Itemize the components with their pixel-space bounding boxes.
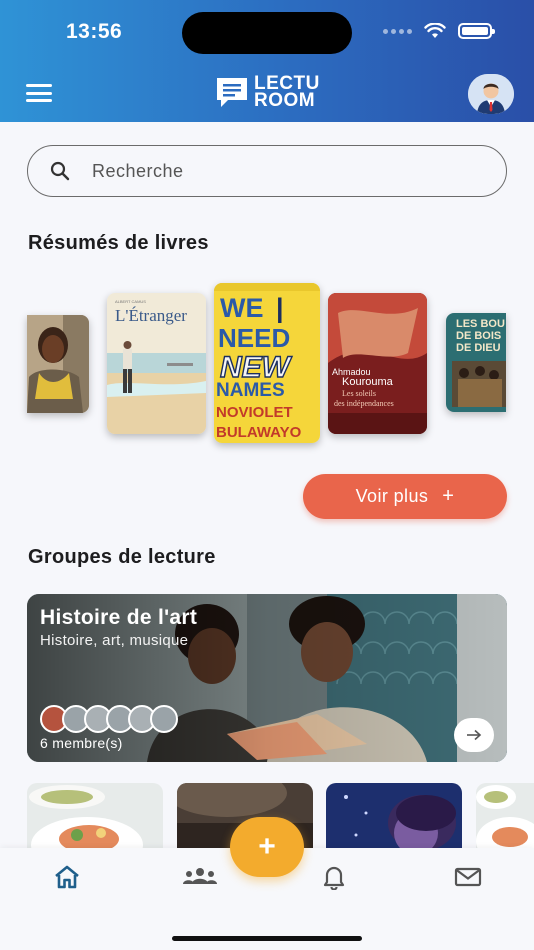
dynamic-island	[182, 12, 352, 54]
book-cover-we-need-new-names[interactable]: WE | NEED NEW NAMES NOVIOLET BULAWAYO	[214, 283, 320, 443]
svg-text:|: |	[276, 293, 284, 323]
home-indicator	[172, 936, 362, 941]
search-icon[interactable]	[50, 161, 70, 181]
chat-book-icon	[217, 78, 247, 107]
group-thumb-food[interactable]	[27, 783, 163, 853]
group-thumb-food-2[interactable]	[476, 783, 534, 853]
search-input[interactable]	[92, 160, 472, 182]
book-cover-les-soleils[interactable]: Ahmadou Kourouma Les soleils des indépen…	[328, 293, 427, 434]
book-cover-les-bouts-de-bois[interactable]: LES BOU DE BOIS DE DIEU	[446, 313, 506, 412]
arrow-right-icon[interactable]	[454, 718, 494, 752]
svg-text:des indépendances: des indépendances	[334, 399, 394, 408]
group-name: Histoire de l'art	[40, 606, 198, 629]
members-count: 6 membre(s)	[40, 735, 123, 751]
battery-icon	[458, 23, 495, 39]
app-logo: LECTU ROOM	[214, 74, 320, 110]
app-header: 13:56 LECTU ROOM	[0, 0, 534, 122]
status-time: 13:56	[66, 20, 123, 43]
svg-text:L'Étranger: L'Étranger	[115, 306, 187, 325]
bell-icon[interactable]	[316, 862, 352, 892]
svg-text:Kourouma: Kourouma	[342, 376, 394, 388]
mail-icon[interactable]	[450, 862, 486, 892]
plus-icon: +	[442, 485, 455, 507]
status-icons	[383, 23, 495, 39]
logo-text-line2: ROOM	[254, 90, 316, 111]
svg-text:ALBERT CAMUS: ALBERT CAMUS	[115, 299, 146, 304]
voir-plus-button[interactable]: Voir plus +	[303, 474, 507, 519]
book-cover-letranger[interactable]: L'Étranger ALBERT CAMUS	[107, 293, 206, 434]
svg-text:NOVIOLET: NOVIOLET	[216, 404, 293, 421]
svg-text:WE: WE	[220, 293, 264, 323]
groups-icon[interactable]	[182, 862, 218, 892]
member-avatar	[150, 705, 178, 733]
search-bar	[27, 145, 507, 197]
add-button[interactable]: +	[230, 817, 304, 877]
svg-text:Les soleils: Les soleils	[342, 389, 376, 398]
signal-icon	[383, 28, 412, 34]
home-icon[interactable]	[49, 862, 85, 892]
book-cover-portrait[interactable]	[27, 315, 89, 413]
group-tags: Histoire, art, musique	[40, 632, 189, 649]
svg-text:NEED: NEED	[218, 323, 290, 353]
svg-text:BULAWAYO: BULAWAYO	[216, 424, 302, 441]
user-avatar-icon[interactable]	[468, 74, 514, 114]
group-thumb-night[interactable]	[326, 783, 462, 853]
svg-text:DE BOIS: DE BOIS	[456, 330, 501, 342]
svg-text:LES BOU: LES BOU	[456, 318, 505, 330]
svg-text:NAMES: NAMES	[216, 380, 285, 401]
svg-text:DE DIEU: DE DIEU	[456, 342, 501, 354]
voir-plus-label: Voir plus	[355, 486, 429, 506]
wifi-icon	[424, 23, 446, 38]
hamburger-menu-icon[interactable]	[26, 84, 52, 102]
groups-section-title: Groupes de lecture	[28, 546, 216, 568]
member-avatars	[40, 705, 178, 733]
summaries-section-title: Résumés de livres	[28, 232, 209, 254]
